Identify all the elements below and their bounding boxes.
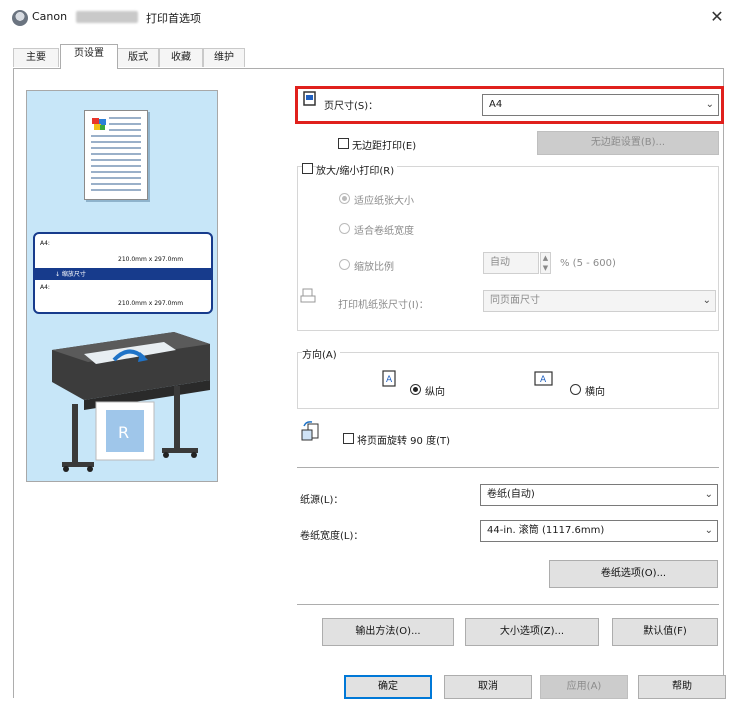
borderless-checkbox[interactable] <box>338 138 349 149</box>
apply-button[interactable]: 应用(A) <box>540 675 628 699</box>
divider <box>297 467 719 468</box>
chevron-down-icon: ⌄ <box>704 489 713 500</box>
portrait-radio[interactable] <box>410 384 421 395</box>
svg-text:A: A <box>386 375 393 385</box>
tab-layout[interactable]: 版式 <box>117 48 159 67</box>
tab-strip: 主要 页设置 版式 收藏 维护 <box>13 44 723 69</box>
rotate-90-checkbox[interactable] <box>343 433 354 444</box>
close-icon[interactable]: ✕ <box>706 6 728 28</box>
tab-page-setup[interactable]: 页设置 <box>60 44 118 69</box>
tab-maintenance[interactable]: 维护 <box>203 48 245 67</box>
scale-ratio-radio[interactable] <box>339 259 350 270</box>
roll-options-button[interactable]: 卷纸选项(O)... <box>549 560 718 588</box>
large-format-printer-icon: R <box>52 332 210 472</box>
rotate-page-icon <box>301 421 319 441</box>
landscape-orientation-icon: A <box>534 371 553 386</box>
orientation-label: 方向(A) <box>302 346 340 361</box>
rotate-90-label: 将页面旋转 90 度(T) <box>357 436 450 447</box>
roll-width-label: 卷纸宽度(L)： <box>300 531 364 542</box>
printer-app-icon <box>12 10 28 26</box>
cancel-button[interactable]: 取消 <box>444 675 532 699</box>
window-title: 打印首选项 <box>146 12 201 25</box>
help-button[interactable]: 帮助 <box>638 675 726 699</box>
fit-roll-width-label: 适合卷纸宽度 <box>354 226 414 237</box>
landscape-label: 横向 <box>585 387 605 398</box>
scale-value: 自动 <box>490 257 510 268</box>
scale-ratio-label: 缩放比例 <box>354 262 394 273</box>
app-name: Canon <box>32 10 68 23</box>
scaling-label: 放大/缩小打印(R) <box>316 162 398 177</box>
printer-paper-size-value: 同页面尺寸 <box>490 295 540 306</box>
tab-favorites[interactable]: 收藏 <box>159 48 203 67</box>
orientation-group <box>297 352 719 409</box>
fit-page-radio[interactable] <box>339 193 350 204</box>
portrait-label: 纵向 <box>425 387 445 398</box>
ok-button[interactable]: 确定 <box>344 675 432 699</box>
redacted-model-name <box>76 11 138 23</box>
tab-main[interactable]: 主要 <box>13 48 59 67</box>
landscape-radio[interactable] <box>570 384 581 395</box>
paper-source-select[interactable]: 卷纸(自动) ⌄ <box>480 484 718 506</box>
printer-paper-size-label: 打印机纸张尺寸(I)： <box>338 300 429 311</box>
scale-spinner[interactable]: ▲ ▼ <box>540 252 551 274</box>
portrait-orientation-icon: A <box>382 370 396 387</box>
borderless-label: 无边距打印(E) <box>352 141 417 152</box>
original-size-label: A4: <box>40 240 50 247</box>
printer-paper-size-select[interactable]: 同页面尺寸 ⌄ <box>483 290 716 312</box>
scale-value-input[interactable]: 自动 <box>483 252 539 274</box>
fit-page-label: 适应纸张大小 <box>354 196 414 207</box>
chevron-down-icon: ⌄ <box>702 295 711 306</box>
borderless-settings-button[interactable]: 无边距设置(B)... <box>537 131 719 155</box>
image-thumbnail-icon <box>90 116 108 132</box>
scaling-checkbox[interactable] <box>302 163 313 174</box>
output-size-label: A4: <box>40 284 50 291</box>
paper-source-value: 卷纸(自动) <box>487 489 535 500</box>
output-method-button[interactable]: 输出方法(O)... <box>322 618 454 646</box>
highlight-box <box>295 86 724 124</box>
original-size-value: 210.0mm x 297.0mm <box>118 256 184 263</box>
roll-width-select[interactable]: 44-in. 滚筒 (1117.6mm) ⌄ <box>480 520 718 542</box>
printer-paper-size-icon <box>300 288 316 303</box>
paper-source-label: 纸源(L)： <box>300 495 344 506</box>
chevron-down-icon: ⌄ <box>704 525 713 536</box>
scale-arrow-label: ↓ 缩放尺寸 <box>55 271 86 278</box>
size-options-button[interactable]: 大小选项(Z)... <box>465 618 599 646</box>
svg-text:R: R <box>118 423 129 442</box>
svg-text:A: A <box>540 375 547 385</box>
scale-range-label: % (5 - 600) <box>560 258 616 269</box>
defaults-button[interactable]: 默认值(F) <box>612 618 718 646</box>
roll-width-value: 44-in. 滚筒 (1117.6mm) <box>487 525 605 536</box>
output-size-value: 210.0mm x 297.0mm <box>118 300 184 307</box>
fit-roll-width-radio[interactable] <box>339 223 350 234</box>
divider <box>297 604 719 605</box>
